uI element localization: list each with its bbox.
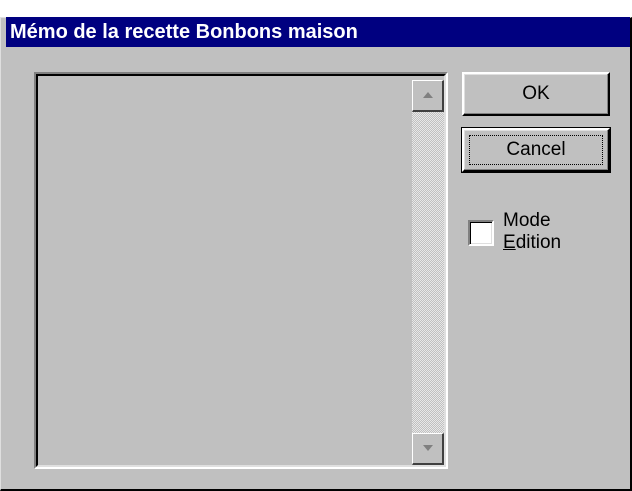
- vertical-scrollbar[interactable]: [412, 80, 444, 465]
- mode-edition-checkbox[interactable]: [468, 220, 494, 246]
- arrow-up-icon: [423, 92, 433, 98]
- ok-button[interactable]: OK: [462, 72, 610, 116]
- ok-button-label: OK: [522, 83, 550, 104]
- memo-frame: [36, 74, 446, 467]
- dialog-title-bar[interactable]: Mémo de la recette Bonbons maison: [6, 17, 630, 47]
- dialog-title: Mémo de la recette Bonbons maison: [10, 21, 358, 43]
- arrow-down-icon: [423, 445, 433, 451]
- memo-textarea[interactable]: [34, 72, 448, 469]
- memo-text-area[interactable]: [38, 76, 410, 465]
- mnemonic-letter: E: [503, 232, 516, 253]
- scroll-down-button[interactable]: [412, 433, 444, 465]
- cancel-button-label: Cancel: [506, 139, 566, 160]
- scroll-up-button[interactable]: [412, 80, 444, 112]
- mode-edition-label-rest: dition: [515, 232, 562, 253]
- mode-edition-label-line1: Mode: [503, 210, 551, 231]
- mode-edition-label[interactable]: Mode Edition: [503, 210, 561, 254]
- mode-edition-label-line2: Edition: [503, 232, 561, 254]
- cancel-button[interactable]: Cancel: [461, 127, 611, 173]
